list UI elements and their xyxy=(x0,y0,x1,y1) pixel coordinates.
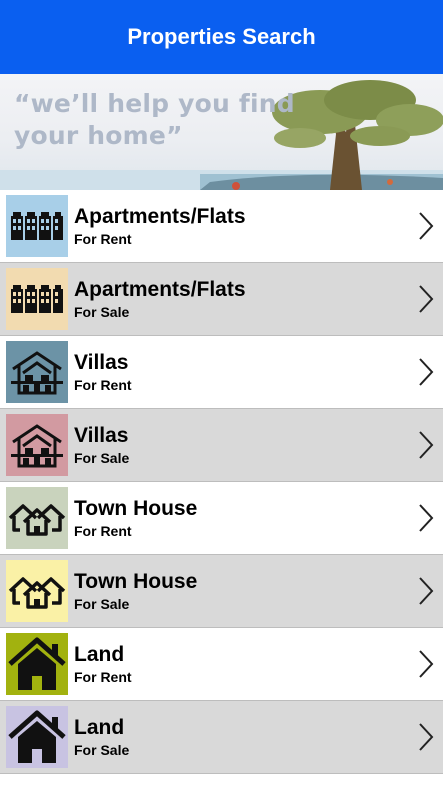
category-subtitle: For Rent xyxy=(74,523,132,539)
banner-slogan: “we’ll help you find your home” xyxy=(14,88,295,152)
category-subtitle: For Rent xyxy=(74,669,132,685)
category-title: Town House xyxy=(74,570,198,593)
chevron-right-icon xyxy=(419,577,434,605)
category-subtitle: For Sale xyxy=(74,596,130,612)
category-title: Apartments/Flats xyxy=(74,205,246,228)
category-title: Town House xyxy=(74,497,198,520)
category-title: Land xyxy=(74,716,125,739)
slogan-line-1: “we’ll help you find xyxy=(14,89,295,118)
chevron-right-icon xyxy=(419,358,434,386)
category-row-villas-sale[interactable]: Villas For Sale xyxy=(0,409,443,482)
town-house-icon xyxy=(6,487,68,549)
land-house-icon xyxy=(6,706,68,768)
category-title: Villas xyxy=(74,424,129,447)
chevron-right-icon xyxy=(419,650,434,678)
land-house-icon xyxy=(6,633,68,695)
category-row-land-sale[interactable]: Land For Sale xyxy=(0,701,443,774)
slogan-line-2: your home” xyxy=(14,121,183,150)
town-house-icon xyxy=(6,560,68,622)
villa-icon xyxy=(6,414,68,476)
category-subtitle: For Rent xyxy=(74,231,132,247)
category-subtitle: For Rent xyxy=(74,377,132,393)
category-subtitle: For Sale xyxy=(74,450,130,466)
chevron-right-icon xyxy=(419,723,434,751)
chevron-right-icon xyxy=(419,504,434,532)
category-row-villas-rent[interactable]: Villas For Rent xyxy=(0,336,443,409)
apartment-building-icon xyxy=(6,195,68,257)
category-subtitle: For Sale xyxy=(74,742,130,758)
apartment-building-icon xyxy=(6,268,68,330)
category-row-apartments-sale[interactable]: Apartments/Flats For Sale xyxy=(0,263,443,336)
page-title: Properties Search xyxy=(127,24,316,49)
category-subtitle: For Sale xyxy=(74,304,130,320)
category-row-townhouse-sale[interactable]: Town House For Sale xyxy=(0,555,443,628)
category-title: Apartments/Flats xyxy=(74,278,246,301)
category-title: Villas xyxy=(74,351,129,374)
chevron-right-icon xyxy=(419,431,434,459)
category-row-townhouse-rent[interactable]: Town House For Rent xyxy=(0,482,443,555)
chevron-right-icon xyxy=(419,285,434,313)
app-header: Properties Search xyxy=(0,0,443,74)
category-list: Apartments/Flats For Rent Apartments/Fla… xyxy=(0,190,443,774)
villa-icon xyxy=(6,341,68,403)
chevron-right-icon xyxy=(419,212,434,240)
category-row-apartments-rent[interactable]: Apartments/Flats For Rent xyxy=(0,190,443,263)
category-title: Land xyxy=(74,643,125,666)
category-row-land-rent[interactable]: Land For Rent xyxy=(0,628,443,701)
hero-banner: “we’ll help you find your home” xyxy=(0,74,443,190)
